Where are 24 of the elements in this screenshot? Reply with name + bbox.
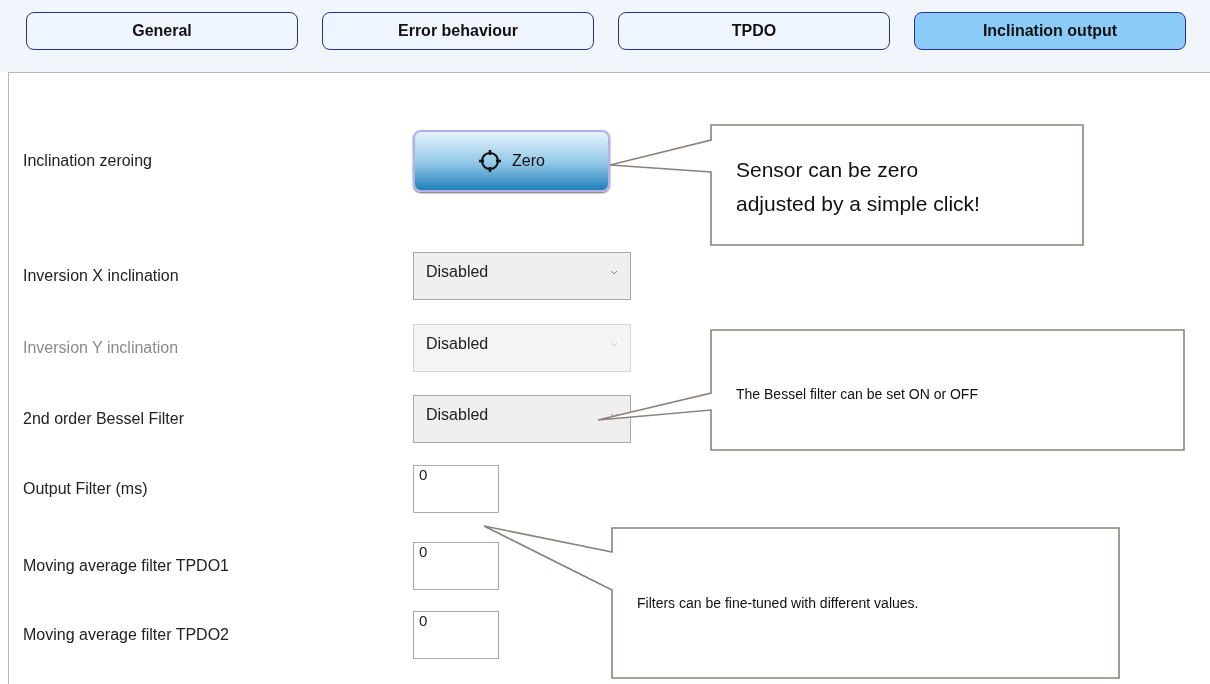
callout-text: Filters can be fine-tuned with different values. bbox=[637, 594, 920, 613]
setting-label: 2nd order Bessel Filter bbox=[22, 410, 185, 428]
tab[interactable]: General bbox=[26, 12, 298, 50]
crosshair-icon bbox=[478, 149, 503, 173]
callout-text: The Bessel filter can be set ON or OFF bbox=[736, 385, 979, 404]
tab[interactable]: Error behaviour bbox=[322, 12, 594, 50]
setting-label: Moving average filter TPDO1 bbox=[22, 557, 230, 575]
callout-text: Sensor can be zero adjusted by a simple click! bbox=[736, 157, 981, 217]
chevron-icon bbox=[610, 341, 618, 347]
chevron-icon bbox=[610, 412, 618, 418]
input-field[interactable]: 0 bbox=[413, 542, 499, 590]
chevron-icon bbox=[610, 269, 618, 275]
setting-label: Moving average filter TPDO2 bbox=[22, 626, 230, 644]
input-field[interactable]: 0 bbox=[413, 465, 499, 513]
tab[interactable]: Inclination output bbox=[914, 12, 1186, 50]
setting-label: Inversion Y inclination bbox=[22, 339, 180, 357]
setting-label: Inversion X inclination bbox=[22, 267, 180, 285]
zero-button[interactable]: Zero bbox=[413, 130, 610, 192]
tab[interactable]: TPDO bbox=[618, 12, 890, 50]
dropdown[interactable]: Disabled bbox=[413, 395, 631, 443]
setting-label: Output Filter (ms) bbox=[22, 480, 149, 498]
dropdown[interactable]: Disabled bbox=[413, 252, 631, 300]
setting-label: Inclination zeroing bbox=[22, 152, 153, 170]
input-field[interactable]: 0 bbox=[413, 611, 499, 659]
